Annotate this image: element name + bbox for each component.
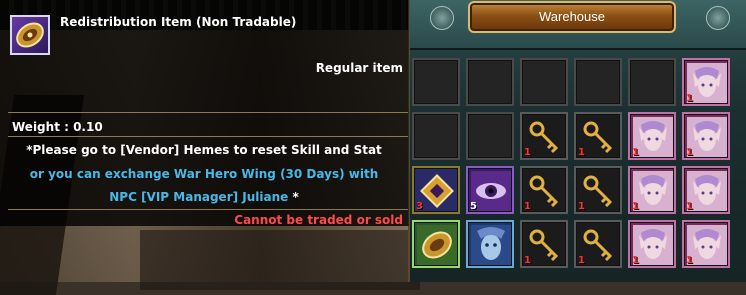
ornament-icon [430,6,454,30]
warehouse-header: Warehouse [410,0,746,50]
item-quantity: 1 [686,255,693,266]
inventory-slot-elf-portrait[interactable]: 1 [628,166,676,214]
description-line-1: *Please go to [Vendor] Hemes to reset Sk… [26,143,382,157]
item-quantity: 1 [632,147,639,158]
wall-shadow [140,230,420,290]
inventory-slot-elf-portrait[interactable]: 1 [682,112,730,160]
inventory-slot-golden-pendant[interactable]: 3 [412,166,460,214]
inventory-slot-eye-portrait[interactable]: 5 [466,166,514,214]
divider [8,136,408,137]
inventory-slot-golden-key[interactable]: 1 [574,166,622,214]
item-quantity: 1 [632,255,639,266]
inventory-slot-elf-portrait[interactable]: 1 [628,112,676,160]
empty-slot[interactable] [466,112,514,160]
inventory-slot-golden-key[interactable]: 1 [520,220,568,268]
warehouse-item-grid: 1 1 1 1 1 3 5 1 1 1 1 1 1 1 1 [412,58,730,268]
warehouse-title-tab[interactable]: Warehouse [468,1,676,33]
empty-slot[interactable] [574,58,622,106]
item-quantity: 1 [686,201,693,212]
trade-restriction-text: Cannot be traded or sold [234,213,403,227]
divider [8,209,408,210]
description-end-mark: * [288,190,299,204]
item-quantity: 1 [686,93,693,104]
item-quantity: 1 [632,201,639,212]
item-quantity: 1 [524,255,531,266]
item-quantity: 1 [686,147,693,158]
description-line-3: NPC [VIP Manager] Juliane * [0,190,408,204]
inventory-slot-redistribution-coin[interactable] [412,220,460,268]
description-line-2: or you can exchange War Hero Wing (30 Da… [29,167,379,181]
item-quantity: 1 [578,201,585,212]
inventory-slot-golden-key[interactable]: 1 [574,220,622,268]
empty-slot[interactable] [628,58,676,106]
inventory-slot-golden-key[interactable]: 1 [520,166,568,214]
item-quantity: 1 [524,201,531,212]
inventory-slot-elf-portrait[interactable]: 1 [628,220,676,268]
empty-slot[interactable] [466,58,514,106]
empty-slot[interactable] [520,58,568,106]
inventory-slot-elf-portrait[interactable]: 1 [682,166,730,214]
item-quantity: 1 [578,147,585,158]
tooltip-title: Redistribution Item (Non Tradable) [60,15,297,29]
inventory-slot-elf-portrait[interactable]: 1 [682,220,730,268]
inventory-slot-elf-portrait[interactable]: 1 [682,58,730,106]
item-weight: Weight : 0.10 [12,120,103,134]
inventory-slot-golden-key[interactable]: 1 [520,112,568,160]
npc-name-text: NPC [VIP Manager] Juliane [109,190,289,204]
item-tooltip: Redistribution Item (Non Tradable) Regul… [0,0,409,227]
inventory-slot-golden-key[interactable]: 1 [574,112,622,160]
inventory-slot-blue-face-portrait[interactable] [466,220,514,268]
ornament-icon [706,6,730,30]
empty-slot[interactable] [412,112,460,160]
item-grade: Regular item [315,61,403,75]
item-quantity: 1 [524,147,531,158]
item-quantity: 1 [578,255,585,266]
redistribution-coin-icon [10,15,50,55]
item-quantity: 3 [416,201,423,212]
warehouse-window: Warehouse 1 1 1 1 1 3 5 1 1 1 1 1 1 1 1 [408,0,746,282]
empty-slot[interactable] [412,58,460,106]
item-quantity: 5 [470,201,477,212]
divider [8,112,408,113]
